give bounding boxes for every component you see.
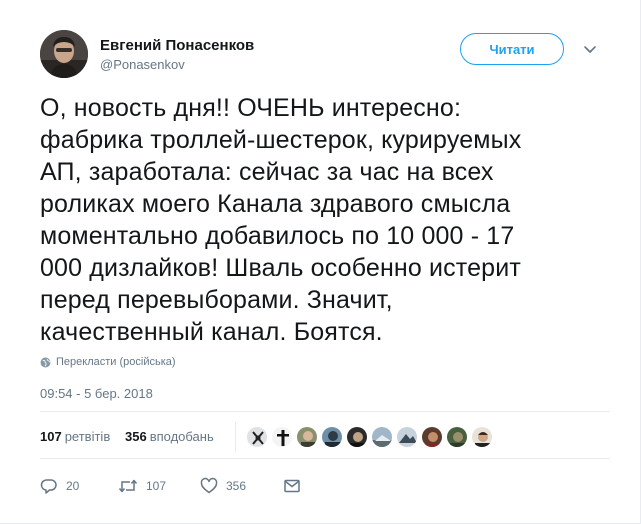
like-button[interactable]: 356 bbox=[200, 474, 246, 498]
divider bbox=[40, 411, 610, 412]
reply-icon bbox=[40, 479, 57, 494]
liker-avatar[interactable] bbox=[471, 426, 493, 448]
globe-icon bbox=[40, 357, 51, 367]
reply-button[interactable]: 20 bbox=[40, 474, 79, 498]
retweets-label: ретвітів bbox=[64, 429, 111, 444]
like-count: 356 bbox=[226, 479, 247, 493]
author-name[interactable]: Евгений Понасенков bbox=[100, 37, 254, 54]
retweet-icon bbox=[118, 479, 138, 493]
liker-avatar[interactable] bbox=[446, 426, 468, 448]
direct-message-button[interactable] bbox=[283, 474, 301, 498]
author-handle[interactable]: @Ponasenkov bbox=[100, 57, 185, 72]
heart-icon bbox=[200, 477, 218, 494]
retweets-stat[interactable]: 107 ретвітів bbox=[40, 429, 110, 444]
tweet-stats: 107 ретвітів 356 вподобань bbox=[40, 420, 610, 454]
stats-separator bbox=[235, 422, 236, 452]
likes-stat[interactable]: 356 вподобань bbox=[125, 429, 214, 444]
tweet-header: Евгений Понасенков @Ponasenkov Читати bbox=[40, 30, 612, 80]
liker-avatar[interactable] bbox=[396, 426, 418, 448]
liker-avatar[interactable] bbox=[421, 426, 443, 448]
divider bbox=[40, 458, 610, 459]
envelope-icon bbox=[284, 479, 300, 493]
liker-avatar[interactable] bbox=[246, 426, 268, 448]
translate-label: Перекласти (російська) bbox=[56, 356, 176, 368]
follow-button[interactable]: Читати bbox=[460, 33, 564, 65]
retweets-count: 107 bbox=[40, 429, 62, 444]
liker-avatar[interactable] bbox=[371, 426, 393, 448]
tweet-actions: 20 107 356 bbox=[40, 474, 610, 498]
chevron-down-icon[interactable] bbox=[580, 39, 600, 59]
translate-link[interactable]: Перекласти (російська) bbox=[40, 354, 176, 370]
liker-avatar[interactable] bbox=[296, 426, 318, 448]
likes-count: 356 bbox=[125, 429, 147, 444]
retweet-count: 107 bbox=[146, 479, 167, 493]
liker-avatar[interactable] bbox=[271, 426, 293, 448]
likes-label: вподобань bbox=[149, 429, 214, 444]
reply-count: 20 bbox=[66, 479, 80, 493]
retweet-button[interactable]: 107 bbox=[118, 474, 166, 498]
tweet-timestamp[interactable]: 09:54 - 5 бер. 2018 bbox=[40, 386, 153, 401]
liker-avatar[interactable] bbox=[321, 426, 343, 448]
author-avatar[interactable] bbox=[40, 30, 88, 78]
liker-avatar[interactable] bbox=[346, 426, 368, 448]
tweet-text: О, новость дня!! ОЧЕНЬ интересно: фабрик… bbox=[40, 94, 522, 346]
tweet-card: Евгений Понасенков @Ponasenkov Читати О,… bbox=[0, 0, 641, 524]
